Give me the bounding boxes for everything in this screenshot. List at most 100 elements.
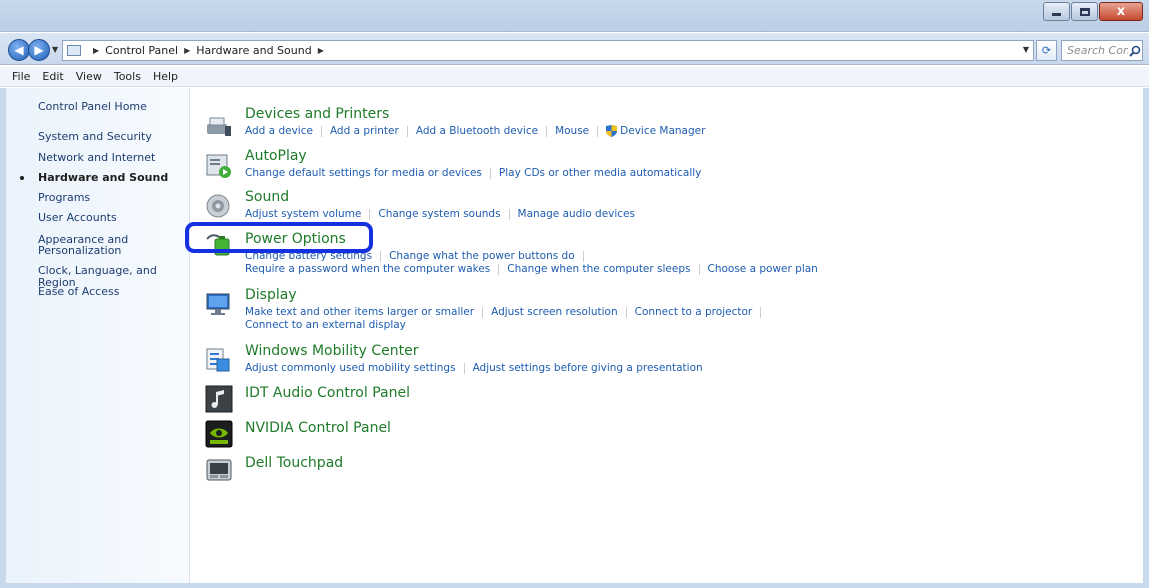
sidebar-item-control-panel-home[interactable]: Control Panel Home [38, 101, 188, 113]
autoplay-links: Change default settings for media or dev… [245, 166, 701, 179]
navigation-bar: ◀ ▶ ▼ ▶ Control Panel ▶ Hardware and Sou… [0, 33, 1149, 65]
link-separator [320, 125, 322, 137]
back-button[interactable]: ◀ [8, 39, 30, 61]
close-button[interactable]: x [1099, 2, 1143, 21]
device-manager-link[interactable]: Device Manager [620, 125, 705, 137]
menu-view[interactable]: View [76, 70, 102, 83]
search-box[interactable]: Search Con... [1061, 40, 1143, 61]
play-cds-automatically-link[interactable]: Play CDs or other media automatically [499, 167, 701, 179]
menu-help[interactable]: Help [153, 70, 178, 83]
close-icon: x [1116, 4, 1126, 19]
link-separator [760, 306, 762, 318]
search-input[interactable]: Search Con... [1067, 44, 1128, 57]
breadcrumb-hardware-and-sound[interactable]: Hardware and Sound [196, 44, 311, 57]
link-separator [508, 208, 510, 220]
sound-title[interactable]: Sound [245, 189, 289, 205]
sound-icon [206, 194, 230, 218]
forward-button[interactable]: ▶ [28, 39, 50, 61]
change-when-computer-sleeps-link[interactable]: Change when the computer sleeps [507, 263, 690, 275]
menu-edit[interactable]: Edit [42, 70, 63, 83]
window-controls: x [1042, 2, 1143, 21]
recent-pages-dropdown[interactable]: ▼ [52, 45, 58, 54]
display-links: Make text and other items larger or smal… [245, 305, 769, 318]
mouse-link[interactable]: Mouse [555, 125, 589, 137]
sidebar-item-user-accounts[interactable]: User Accounts [38, 212, 188, 224]
nvidia-control-panel-title[interactable]: NVIDIA Control Panel [245, 420, 391, 436]
display-title[interactable]: Display [245, 287, 297, 303]
link-separator [498, 263, 500, 275]
menu-bar: File Edit View Tools Help [0, 67, 1149, 87]
uac-shield-icon [606, 125, 618, 137]
sidebar-item-hardware-and-sound: Hardware and Sound [38, 171, 169, 184]
control-panel-icon [67, 45, 81, 56]
address-dropdown-icon[interactable]: ▼ [1023, 45, 1029, 54]
connect-external-display-link[interactable]: Connect to an external display [245, 319, 406, 331]
adjust-presentation-settings-link[interactable]: Adjust settings before giving a presenta… [473, 362, 703, 374]
mobility-center-links: Adjust commonly used mobility settings Ad… [245, 361, 703, 374]
change-power-buttons-link[interactable]: Change what the power buttons do [389, 250, 575, 262]
idt-audio-icon [205, 385, 233, 413]
sidebar-item-network-and-internet[interactable]: Network and Internet [38, 152, 188, 164]
change-default-media-settings-link[interactable]: Change default settings for media or dev… [245, 167, 482, 179]
change-system-sounds-link[interactable]: Change system sounds [378, 208, 500, 220]
mobility-center-icon [206, 348, 230, 372]
maximize-icon [1079, 7, 1090, 16]
link-separator [597, 125, 599, 137]
autoplay-icon [206, 154, 231, 178]
window-titlebar: x [0, 0, 1149, 32]
power-options-links-row2: Require a password when the computer wak… [245, 262, 818, 275]
make-text-larger-link[interactable]: Make text and other items larger or smal… [245, 306, 474, 318]
manage-audio-devices-link[interactable]: Manage audio devices [518, 208, 635, 220]
breadcrumb-separator-icon[interactable]: ▶ [93, 46, 99, 55]
devices-and-printers-icon [207, 117, 231, 136]
sidebar-item-programs[interactable]: Programs [38, 192, 188, 204]
nvidia-icon [205, 420, 233, 448]
sidebar: Control Panel Home System and Security N… [6, 88, 190, 583]
autoplay-title[interactable]: AutoPlay [245, 148, 307, 164]
minimize-icon [1052, 13, 1061, 16]
sidebar-item-system-and-security[interactable]: System and Security [38, 131, 188, 143]
devices-and-printers-links: Add a device Add a printer Add a Bluetooth… [245, 124, 705, 137]
sidebar-item-appearance-line2[interactable]: Personalization [38, 245, 188, 257]
address-bar[interactable]: ▶ Control Panel ▶ Hardware and Sound ▶ ▼ [62, 40, 1034, 61]
link-separator [406, 125, 408, 137]
link-separator [582, 250, 584, 262]
dell-touchpad-title[interactable]: Dell Touchpad [245, 455, 343, 471]
menu-file[interactable]: File [12, 70, 30, 83]
sidebar-item-ease-of-access[interactable]: Ease of Access [38, 286, 188, 298]
touchpad-icon [206, 459, 232, 481]
adjust-system-volume-link[interactable]: Adjust system volume [245, 208, 361, 220]
choose-power-plan-link[interactable]: Choose a power plan [708, 263, 818, 275]
require-password-on-wake-link[interactable]: Require a password when the computer wak… [245, 263, 490, 275]
display-links-row2: Connect to an external display [245, 318, 406, 331]
window-bottom-border [0, 583, 1149, 588]
sound-links: Adjust system volume Change system sounds… [245, 207, 635, 220]
windows-mobility-center-title[interactable]: Windows Mobility Center [245, 343, 419, 359]
link-separator [369, 208, 371, 220]
link-separator [489, 167, 491, 179]
devices-and-printers-title[interactable]: Devices and Printers [245, 106, 389, 122]
minimize-button[interactable] [1043, 2, 1070, 21]
link-separator [625, 306, 627, 318]
add-bluetooth-device-link[interactable]: Add a Bluetooth device [416, 125, 538, 137]
maximize-button[interactable] [1071, 2, 1098, 21]
adjust-mobility-settings-link[interactable]: Adjust commonly used mobility settings [245, 362, 456, 374]
link-separator [546, 125, 548, 137]
breadcrumb-separator-icon[interactable]: ▶ [318, 46, 324, 55]
link-separator [482, 306, 484, 318]
power-options-highlight-annotation [185, 222, 373, 253]
search-icon[interactable] [1128, 44, 1142, 58]
window-right-border [1143, 88, 1149, 583]
adjust-screen-resolution-link[interactable]: Adjust screen resolution [491, 306, 618, 318]
breadcrumb-control-panel[interactable]: Control Panel [105, 44, 178, 57]
idt-audio-title[interactable]: IDT Audio Control Panel [245, 385, 410, 401]
add-a-device-link[interactable]: Add a device [245, 125, 313, 137]
connect-to-projector-link[interactable]: Connect to a projector [635, 306, 753, 318]
link-separator [698, 263, 700, 275]
add-a-printer-link[interactable]: Add a printer [330, 125, 399, 137]
refresh-button[interactable]: ⟳ [1036, 40, 1057, 61]
menu-tools[interactable]: Tools [114, 70, 141, 83]
link-separator [463, 362, 465, 374]
display-icon [206, 293, 230, 315]
breadcrumb-separator-icon[interactable]: ▶ [184, 46, 190, 55]
